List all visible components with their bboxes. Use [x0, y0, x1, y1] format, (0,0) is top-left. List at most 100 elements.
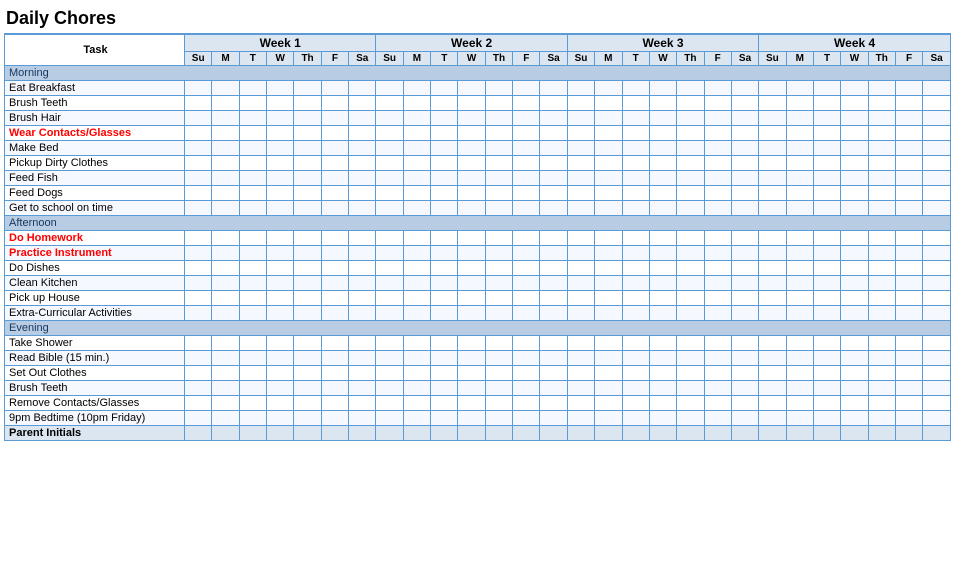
data-cell[interactable] [786, 396, 813, 411]
data-cell[interactable] [349, 171, 376, 186]
data-cell[interactable] [786, 261, 813, 276]
data-cell[interactable] [349, 126, 376, 141]
data-cell[interactable] [923, 246, 951, 261]
data-cell[interactable] [267, 96, 294, 111]
data-cell[interactable] [567, 366, 594, 381]
data-cell[interactable] [868, 186, 895, 201]
data-cell[interactable] [212, 111, 239, 126]
data-cell[interactable] [622, 126, 649, 141]
data-cell[interactable] [540, 81, 567, 96]
data-cell[interactable] [731, 231, 758, 246]
data-cell[interactable] [376, 141, 403, 156]
data-cell[interactable] [895, 336, 922, 351]
data-cell[interactable] [595, 306, 622, 321]
data-cell[interactable] [485, 231, 512, 246]
data-cell[interactable] [759, 276, 786, 291]
data-cell[interactable] [759, 336, 786, 351]
data-cell[interactable] [868, 231, 895, 246]
data-cell[interactable] [677, 126, 704, 141]
data-cell[interactable] [321, 366, 348, 381]
data-cell[interactable] [786, 81, 813, 96]
data-cell[interactable] [677, 396, 704, 411]
data-cell[interactable] [841, 81, 868, 96]
data-cell[interactable] [349, 261, 376, 276]
data-cell[interactable] [540, 306, 567, 321]
data-cell[interactable] [841, 306, 868, 321]
data-cell[interactable] [267, 366, 294, 381]
data-cell[interactable] [321, 186, 348, 201]
data-cell[interactable] [895, 96, 922, 111]
data-cell[interactable] [731, 291, 758, 306]
data-cell[interactable] [376, 96, 403, 111]
data-cell[interactable] [567, 246, 594, 261]
data-cell[interactable] [376, 111, 403, 126]
data-cell[interactable] [622, 201, 649, 216]
data-cell[interactable] [923, 111, 951, 126]
data-cell[interactable] [267, 231, 294, 246]
data-cell[interactable] [267, 81, 294, 96]
data-cell[interactable] [567, 276, 594, 291]
data-cell[interactable] [731, 351, 758, 366]
data-cell[interactable] [813, 81, 840, 96]
data-cell[interactable] [622, 276, 649, 291]
data-cell[interactable] [868, 141, 895, 156]
data-cell[interactable] [841, 231, 868, 246]
data-cell[interactable] [513, 156, 540, 171]
data-cell[interactable] [403, 306, 430, 321]
data-cell[interactable] [595, 171, 622, 186]
data-cell[interactable] [321, 171, 348, 186]
data-cell[interactable] [431, 231, 458, 246]
data-cell[interactable] [321, 141, 348, 156]
data-cell[interactable] [185, 231, 212, 246]
data-cell[interactable] [212, 201, 239, 216]
data-cell[interactable] [731, 126, 758, 141]
data-cell[interactable] [321, 111, 348, 126]
data-cell[interactable] [677, 291, 704, 306]
data-cell[interactable] [649, 201, 676, 216]
data-cell[interactable] [294, 381, 321, 396]
data-cell[interactable] [786, 96, 813, 111]
data-cell[interactable] [239, 336, 266, 351]
data-cell[interactable] [813, 381, 840, 396]
data-cell[interactable] [704, 351, 731, 366]
data-cell[interactable] [704, 261, 731, 276]
data-cell[interactable] [786, 351, 813, 366]
data-cell[interactable] [704, 96, 731, 111]
data-cell[interactable] [513, 141, 540, 156]
data-cell[interactable] [786, 186, 813, 201]
data-cell[interactable] [513, 96, 540, 111]
data-cell[interactable] [294, 126, 321, 141]
data-cell[interactable] [185, 396, 212, 411]
data-cell[interactable] [294, 141, 321, 156]
data-cell[interactable] [239, 81, 266, 96]
data-cell[interactable] [185, 411, 212, 426]
data-cell[interactable] [212, 381, 239, 396]
data-cell[interactable] [431, 156, 458, 171]
data-cell[interactable] [868, 306, 895, 321]
data-cell[interactable] [649, 231, 676, 246]
data-cell[interactable] [321, 381, 348, 396]
data-cell[interactable] [540, 381, 567, 396]
data-cell[interactable] [403, 276, 430, 291]
footer-data-cell[interactable] [403, 426, 430, 441]
data-cell[interactable] [458, 336, 485, 351]
data-cell[interactable] [485, 291, 512, 306]
data-cell[interactable] [376, 366, 403, 381]
data-cell[interactable] [595, 96, 622, 111]
data-cell[interactable] [731, 81, 758, 96]
data-cell[interactable] [485, 366, 512, 381]
data-cell[interactable] [294, 351, 321, 366]
data-cell[interactable] [649, 141, 676, 156]
data-cell[interactable] [403, 201, 430, 216]
data-cell[interactable] [786, 111, 813, 126]
data-cell[interactable] [841, 201, 868, 216]
data-cell[interactable] [786, 276, 813, 291]
data-cell[interactable] [485, 111, 512, 126]
data-cell[interactable] [595, 276, 622, 291]
data-cell[interactable] [185, 141, 212, 156]
data-cell[interactable] [759, 261, 786, 276]
footer-data-cell[interactable] [704, 426, 731, 441]
data-cell[interactable] [868, 201, 895, 216]
data-cell[interactable] [485, 246, 512, 261]
data-cell[interactable] [923, 366, 951, 381]
